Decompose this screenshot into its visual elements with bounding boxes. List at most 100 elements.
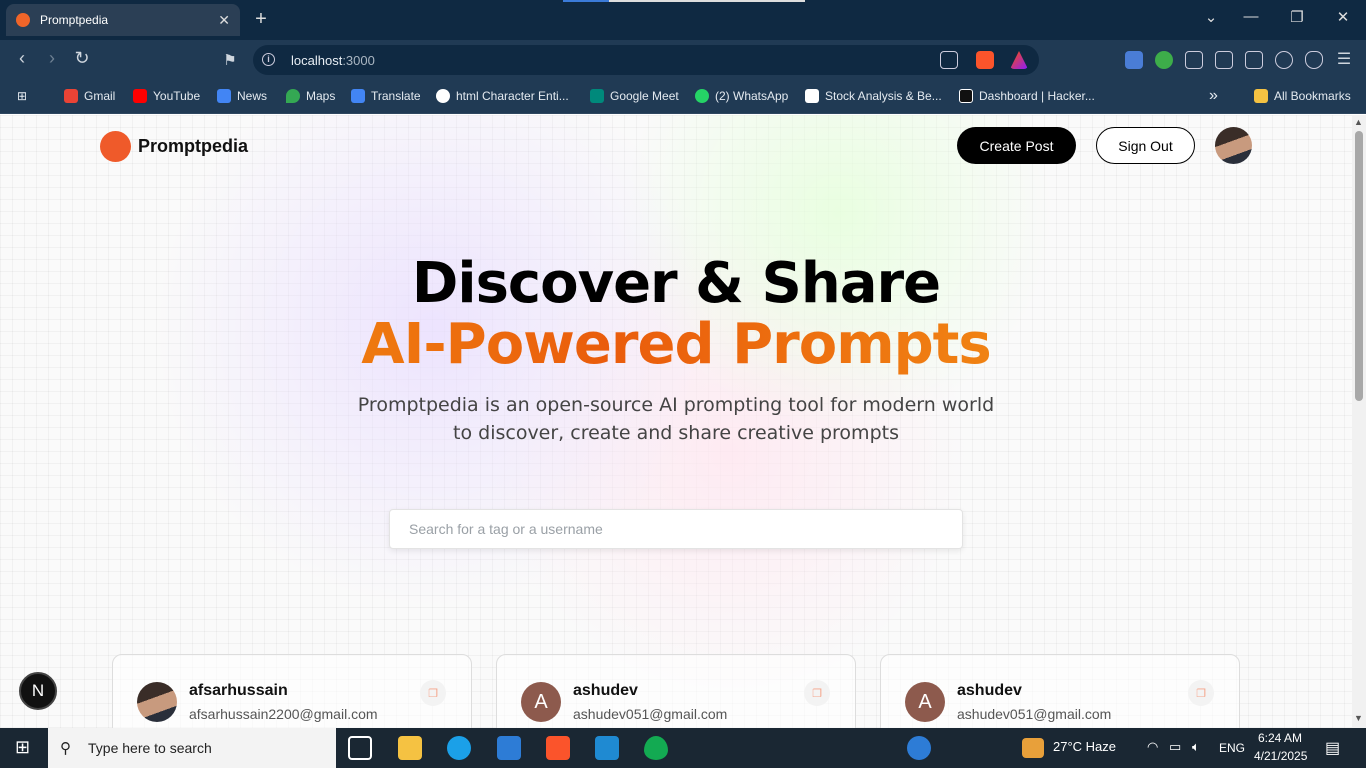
page-scrollbar[interactable]: ▲ ▼ — [1352, 115, 1366, 728]
tab-close-icon[interactable]: ✕ — [218, 12, 230, 29]
tab-search-icon[interactable]: ⌄ — [1199, 8, 1223, 26]
youtube-icon — [133, 89, 147, 103]
scrollbar-thumb[interactable] — [1355, 131, 1363, 401]
mongodb-compass-icon[interactable] — [644, 736, 668, 760]
nextjs-dev-badge[interactable]: N — [19, 672, 57, 710]
hero-heading-line2: AI-Powered Prompts — [0, 312, 1352, 377]
apps-grid-icon[interactable]: ⊞ — [17, 87, 27, 105]
card-username[interactable]: ashudev — [573, 682, 638, 700]
mail-icon[interactable] — [497, 736, 521, 760]
browser-tab[interactable]: Promptpedia ✕ — [6, 4, 240, 36]
close-window-button[interactable]: ✕ — [1331, 8, 1355, 26]
prompt-card[interactable]: afsarhussain afsarhussain2200@gmail.com … — [112, 654, 472, 728]
extensions-icon[interactable] — [1185, 51, 1203, 69]
bookmark-google-meet[interactable]: Google Meet — [590, 87, 679, 105]
edge-icon[interactable] — [447, 736, 471, 760]
task-view-icon[interactable] — [348, 736, 372, 760]
add-extension-icon[interactable] — [1155, 51, 1173, 69]
card-email: ashudev051@gmail.com — [957, 706, 1112, 722]
user-avatar[interactable]: A — [521, 682, 561, 722]
brave-shields-icon[interactable] — [976, 51, 994, 69]
share-icon[interactable] — [940, 51, 958, 69]
bookmark-youtube[interactable]: YouTube — [133, 87, 200, 105]
profile-avatar[interactable] — [1215, 127, 1252, 164]
bookmark-hackerrank[interactable]: Dashboard | Hacker... — [959, 87, 1095, 105]
search-icon: ⚲ — [60, 740, 71, 757]
new-tab-button[interactable]: + — [250, 8, 272, 30]
browser-tab-bar: Promptpedia ✕ + ⌄ — ❐ ✕ — [0, 0, 1366, 40]
promptpedia-favicon-icon — [16, 13, 30, 27]
url-port: :3000 — [342, 52, 375, 68]
sidebar-icon[interactable] — [1215, 51, 1233, 69]
maps-icon — [286, 89, 300, 103]
file-explorer-icon[interactable] — [398, 736, 422, 760]
copy-icon[interactable]: ❐ — [1188, 680, 1214, 706]
hero-heading-line1: Discover & Share — [411, 251, 941, 316]
network-icon[interactable]: ◠ — [1147, 739, 1158, 755]
clock-time[interactable]: 6:24 AM — [1258, 731, 1302, 745]
bookmark-gmail[interactable]: Gmail — [64, 87, 115, 105]
loading-strip — [563, 0, 805, 2]
scroll-down-icon[interactable]: ▼ — [1354, 713, 1363, 723]
sign-out-button[interactable]: Sign Out — [1096, 127, 1195, 164]
menu-icon[interactable]: ☰ — [1332, 49, 1356, 69]
vpn-icon[interactable] — [1305, 51, 1323, 69]
translate-icon — [351, 89, 365, 103]
brave-taskbar-icon[interactable] — [546, 736, 570, 760]
news-icon — [217, 89, 231, 103]
bookmark-stock-analysis[interactable]: Stock Analysis & Be... — [805, 87, 942, 105]
site-info-icon[interactable]: i — [262, 53, 275, 66]
leo-ai-icon[interactable] — [1275, 51, 1293, 69]
forward-icon[interactable]: › — [40, 48, 64, 69]
user-avatar[interactable]: A — [905, 682, 945, 722]
language-indicator[interactable]: ENG — [1219, 741, 1245, 755]
copy-icon[interactable]: ❐ — [804, 680, 830, 706]
restore-button[interactable]: ❐ — [1285, 8, 1309, 26]
scroll-up-icon[interactable]: ▲ — [1354, 117, 1363, 127]
windows-start-icon[interactable]: ⊞ — [15, 737, 30, 758]
bookmark-news[interactable]: News — [217, 87, 267, 105]
page-viewport: Promptpedia Create Post Sign Out Discove… — [0, 115, 1352, 728]
user-avatar[interactable] — [137, 682, 177, 722]
bookmark-html-entities[interactable]: html Character Enti... — [436, 87, 569, 105]
bookmark-icon[interactable]: ⚑ — [218, 51, 242, 69]
volume-icon[interactable]: 🔈︎ — [1192, 739, 1200, 755]
card-email: ashudev051@gmail.com — [573, 706, 728, 722]
copy-icon[interactable]: ❐ — [420, 680, 446, 706]
weather-text[interactable]: 27°C Haze — [1053, 739, 1116, 754]
question-icon — [436, 89, 450, 103]
google-translate-ext-icon[interactable] — [1125, 51, 1143, 69]
folder-icon — [1254, 89, 1268, 103]
vscode-icon[interactable] — [595, 736, 619, 760]
gmail-icon — [64, 89, 78, 103]
battery-icon[interactable]: ▭ — [1169, 739, 1181, 755]
reload-icon[interactable]: ↻ — [70, 48, 94, 69]
tab-title: Promptpedia — [40, 13, 109, 27]
prompt-card[interactable]: A ashudev ashudev051@gmail.com ❐ — [496, 654, 856, 728]
bookmark-whatsapp[interactable]: (2) WhatsApp — [695, 87, 788, 105]
card-username[interactable]: ashudev — [957, 682, 1022, 700]
address-bar[interactable]: localhost:3000 — [253, 45, 1039, 75]
url-host: localhost — [291, 52, 343, 68]
bookmark-maps[interactable]: Maps — [286, 87, 335, 105]
clock-date[interactable]: 4/21/2025 — [1254, 749, 1307, 763]
promptpedia-logo-icon[interactable] — [100, 131, 131, 162]
prompt-card[interactable]: A ashudev ashudev051@gmail.com ❐ — [880, 654, 1240, 728]
weather-icon[interactable] — [1022, 738, 1044, 758]
brand-name[interactable]: Promptpedia — [138, 136, 248, 157]
taskbar-search-box[interactable]: Type here to search — [48, 728, 336, 768]
card-username[interactable]: afsarhussain — [189, 682, 288, 700]
help-icon[interactable] — [907, 736, 931, 760]
wallet-icon[interactable] — [1245, 51, 1263, 69]
whatsapp-icon — [695, 89, 709, 103]
bookmarks-bar — [0, 80, 1366, 114]
minimize-button[interactable]: — — [1239, 8, 1263, 25]
bookmark-translate[interactable]: Translate — [351, 87, 421, 105]
search-input[interactable] — [389, 509, 963, 549]
bookmarks-overflow-icon[interactable]: » — [1209, 87, 1218, 105]
back-icon[interactable]: ‹ — [10, 48, 34, 69]
all-bookmarks-folder[interactable]: All Bookmarks — [1254, 87, 1351, 105]
card-email: afsarhussain2200@gmail.com — [189, 706, 378, 722]
create-post-button[interactable]: Create Post — [957, 127, 1076, 164]
notifications-icon[interactable]: ▤ — [1325, 738, 1340, 758]
